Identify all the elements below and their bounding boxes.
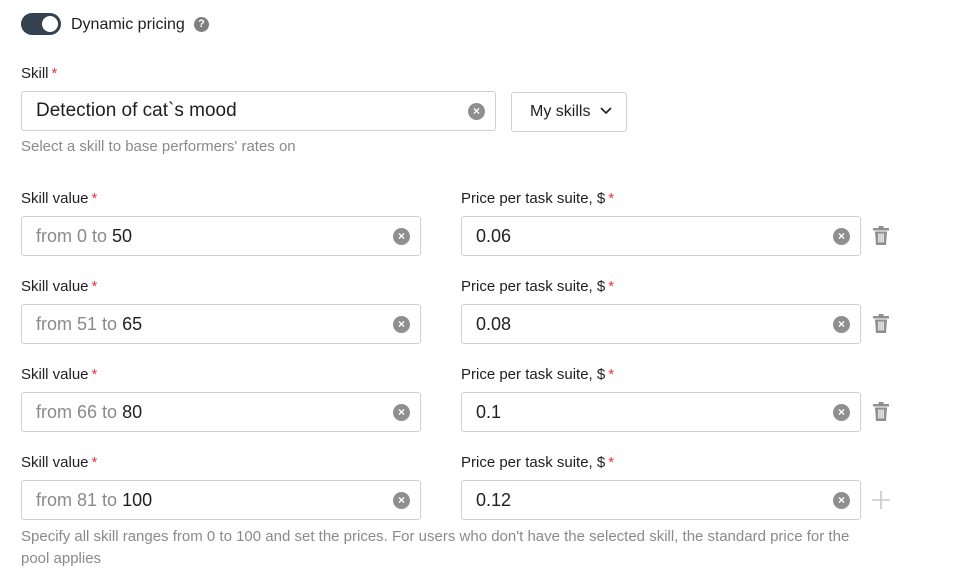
- skill-select-field[interactable]: Detection of cat`s mood ×: [21, 91, 496, 131]
- price-label: Price per task suite, $ *: [461, 366, 614, 384]
- price-value: 0.12: [476, 490, 512, 510]
- chevron-down-icon: [600, 107, 612, 115]
- required-mark: *: [51, 65, 58, 82]
- clear-icon[interactable]: ×: [468, 103, 485, 120]
- skill-value-label-text: Skill value: [21, 278, 89, 295]
- price-value: 0.1: [476, 402, 502, 422]
- plus-icon[interactable]: [871, 490, 891, 510]
- skill-value-label-text: Skill value: [21, 190, 89, 207]
- trash-icon[interactable]: [872, 314, 890, 334]
- price-label-text: Price per task suite, $: [461, 190, 606, 207]
- clear-icon[interactable]: ×: [833, 228, 850, 245]
- required-mark: *: [91, 190, 98, 207]
- price-value: 0.06: [476, 226, 512, 246]
- price-label-text: Price per task suite, $: [461, 366, 606, 383]
- skill-value-label: Skill value *: [21, 278, 97, 296]
- required-mark: *: [608, 278, 615, 295]
- skill-range-input[interactable]: from 0 to 50 ×: [21, 216, 421, 256]
- skill-value-label: Skill value *: [21, 454, 97, 472]
- required-mark: *: [91, 454, 98, 471]
- price-label: Price per task suite, $ *: [461, 278, 614, 296]
- clear-icon[interactable]: ×: [833, 316, 850, 333]
- clear-icon[interactable]: ×: [393, 228, 410, 245]
- trash-icon[interactable]: [872, 226, 890, 246]
- skill-hint: Select a skill to base performers' rates…: [21, 138, 296, 155]
- required-mark: *: [608, 366, 615, 383]
- required-mark: *: [608, 454, 615, 471]
- skill-value-label-text: Skill value: [21, 454, 89, 471]
- price-value: 0.08: [476, 314, 512, 334]
- skill-range-input[interactable]: from 51 to 65 ×: [21, 304, 421, 344]
- dynamic-pricing-toggle[interactable]: [21, 13, 61, 35]
- required-mark: *: [91, 278, 98, 295]
- clear-icon[interactable]: ×: [393, 492, 410, 509]
- required-mark: *: [608, 190, 615, 207]
- price-label: Price per task suite, $ *: [461, 454, 614, 472]
- clear-icon[interactable]: ×: [833, 492, 850, 509]
- skill-label: Skill *: [21, 65, 57, 83]
- price-input[interactable]: 0.1 ×: [461, 392, 861, 432]
- required-mark: *: [91, 366, 98, 383]
- help-icon[interactable]: ?: [194, 17, 209, 32]
- range-from-text: from 51 to: [36, 314, 118, 334]
- dynamic-pricing-label: Dynamic pricing: [71, 16, 185, 33]
- range-from-text: from 0 to: [36, 226, 108, 246]
- my-skills-label: My skills: [530, 103, 591, 120]
- skill-range-input[interactable]: from 66 to 80 ×: [21, 392, 421, 432]
- my-skills-button[interactable]: My skills: [511, 92, 627, 132]
- range-from-text: from 66 to: [36, 402, 118, 422]
- trash-icon[interactable]: [872, 402, 890, 422]
- range-from-text: from 81 to: [36, 490, 118, 510]
- range-to-value: 100: [122, 490, 153, 510]
- ranges-footer-hint: Specify all skill ranges from 0 to 100 a…: [21, 528, 850, 567]
- toggle-knob: [42, 16, 58, 32]
- skill-label-text: Skill: [21, 65, 49, 82]
- skill-value-label: Skill value *: [21, 190, 97, 208]
- skill-value-label-text: Skill value: [21, 366, 89, 383]
- range-to-value: 80: [122, 402, 143, 422]
- price-label-text: Price per task suite, $: [461, 454, 606, 471]
- range-to-value: 65: [122, 314, 143, 334]
- skill-value: Detection of cat`s mood: [36, 100, 237, 121]
- price-input[interactable]: 0.08 ×: [461, 304, 861, 344]
- range-to-value: 50: [112, 226, 133, 246]
- price-label: Price per task suite, $ *: [461, 190, 614, 208]
- price-input[interactable]: 0.06 ×: [461, 216, 861, 256]
- price-label-text: Price per task suite, $: [461, 278, 606, 295]
- clear-icon[interactable]: ×: [393, 316, 410, 333]
- skill-value-label: Skill value *: [21, 366, 97, 384]
- skill-range-input[interactable]: from 81 to 100 ×: [21, 480, 421, 520]
- clear-icon[interactable]: ×: [833, 404, 850, 421]
- clear-icon[interactable]: ×: [393, 404, 410, 421]
- price-input[interactable]: 0.12 ×: [461, 480, 861, 520]
